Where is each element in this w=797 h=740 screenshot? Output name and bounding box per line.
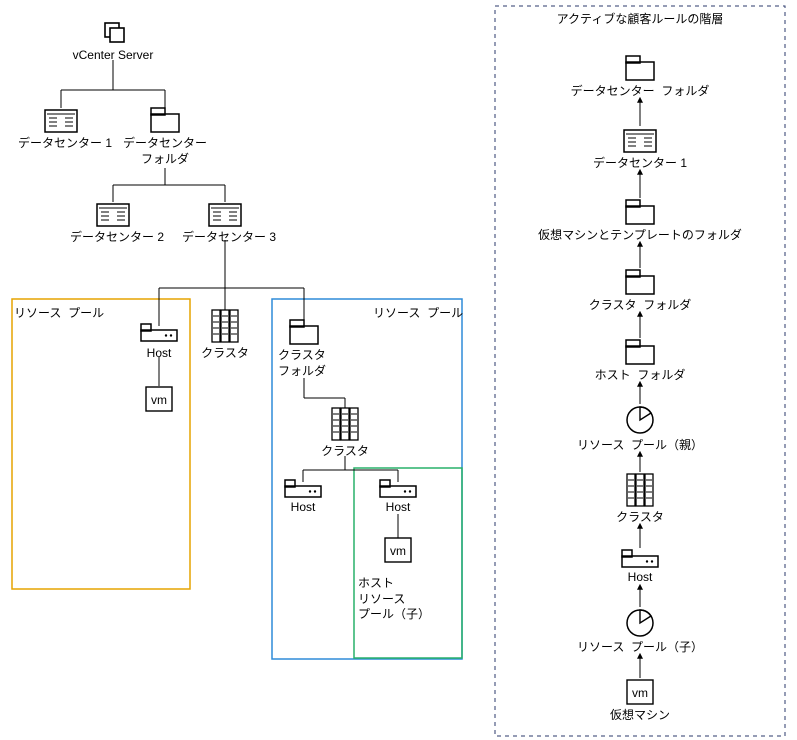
right-title: アクティブな顧客ルールの階層 xyxy=(495,12,785,28)
host-left-icon xyxy=(141,324,177,341)
vcenter-icon xyxy=(105,23,124,42)
host-a-icon xyxy=(285,480,321,497)
vcenter-label: vCenter Server xyxy=(68,48,158,64)
cluster-folder-label: クラスタ フォルダ xyxy=(278,348,338,379)
vm-b-label: vm xyxy=(387,544,409,560)
right-n2: 仮想マシンとテンプレートのフォルダ xyxy=(518,228,762,244)
right-n0: データセンター フォルダ xyxy=(540,84,740,100)
host-left-label: Host xyxy=(143,346,175,362)
right-vm-template-folder-icon xyxy=(626,200,654,224)
cluster2-label: クラスタ xyxy=(320,444,370,460)
right-datacenter-1-icon xyxy=(624,130,656,152)
datacenter-2-icon xyxy=(97,204,129,226)
dc3-label: データセンター 3 xyxy=(182,230,268,246)
right-n4: ホスト フォルダ xyxy=(540,368,740,384)
dc-folder-label: データセンター フォルダ xyxy=(122,136,208,167)
cluster1-label: クラスタ xyxy=(200,346,250,362)
host-rp-child-label: ホスト リソース プール（子） xyxy=(358,576,430,623)
right-vm-box-label: vm xyxy=(628,686,652,702)
resource-pool-left-box xyxy=(12,299,190,589)
right-n6: クラスタ xyxy=(540,510,740,526)
cluster-1-icon xyxy=(212,310,238,342)
datacenter-3-icon xyxy=(209,204,241,226)
right-n7: Host xyxy=(540,570,740,586)
cluster-2-icon xyxy=(332,408,358,440)
right-n8: リソース プール（子） xyxy=(540,640,740,656)
host-b-label: Host xyxy=(382,500,414,516)
datacenter-1-icon xyxy=(45,110,77,132)
right-cluster-icon xyxy=(627,474,653,506)
right-resource-pool-child-icon xyxy=(627,610,653,636)
datacenter-folder-icon xyxy=(151,108,179,132)
right-host-folder-icon xyxy=(626,340,654,364)
right-n5: リソース プール（親） xyxy=(540,438,740,454)
host-b-icon xyxy=(380,480,416,497)
cluster-folder-icon xyxy=(290,320,318,344)
resource-pool-right-label: リソース プール xyxy=(373,306,463,322)
right-resource-pool-parent-icon xyxy=(627,407,653,433)
dc2-label: データセンター 2 xyxy=(70,230,156,246)
host-a-label: Host xyxy=(287,500,319,516)
dc1-label: データセンター 1 xyxy=(18,136,104,152)
right-n3: クラスタ フォルダ xyxy=(540,298,740,314)
right-n1: データセンター 1 xyxy=(540,156,740,172)
right-cluster-folder-icon xyxy=(626,270,654,294)
right-host-icon xyxy=(622,550,658,567)
right-datacenter-folder-icon xyxy=(626,56,654,80)
vm-left-label: vm xyxy=(148,393,170,409)
resource-pool-left-label: リソース プール xyxy=(14,306,104,322)
right-n9: 仮想マシン xyxy=(540,708,740,724)
